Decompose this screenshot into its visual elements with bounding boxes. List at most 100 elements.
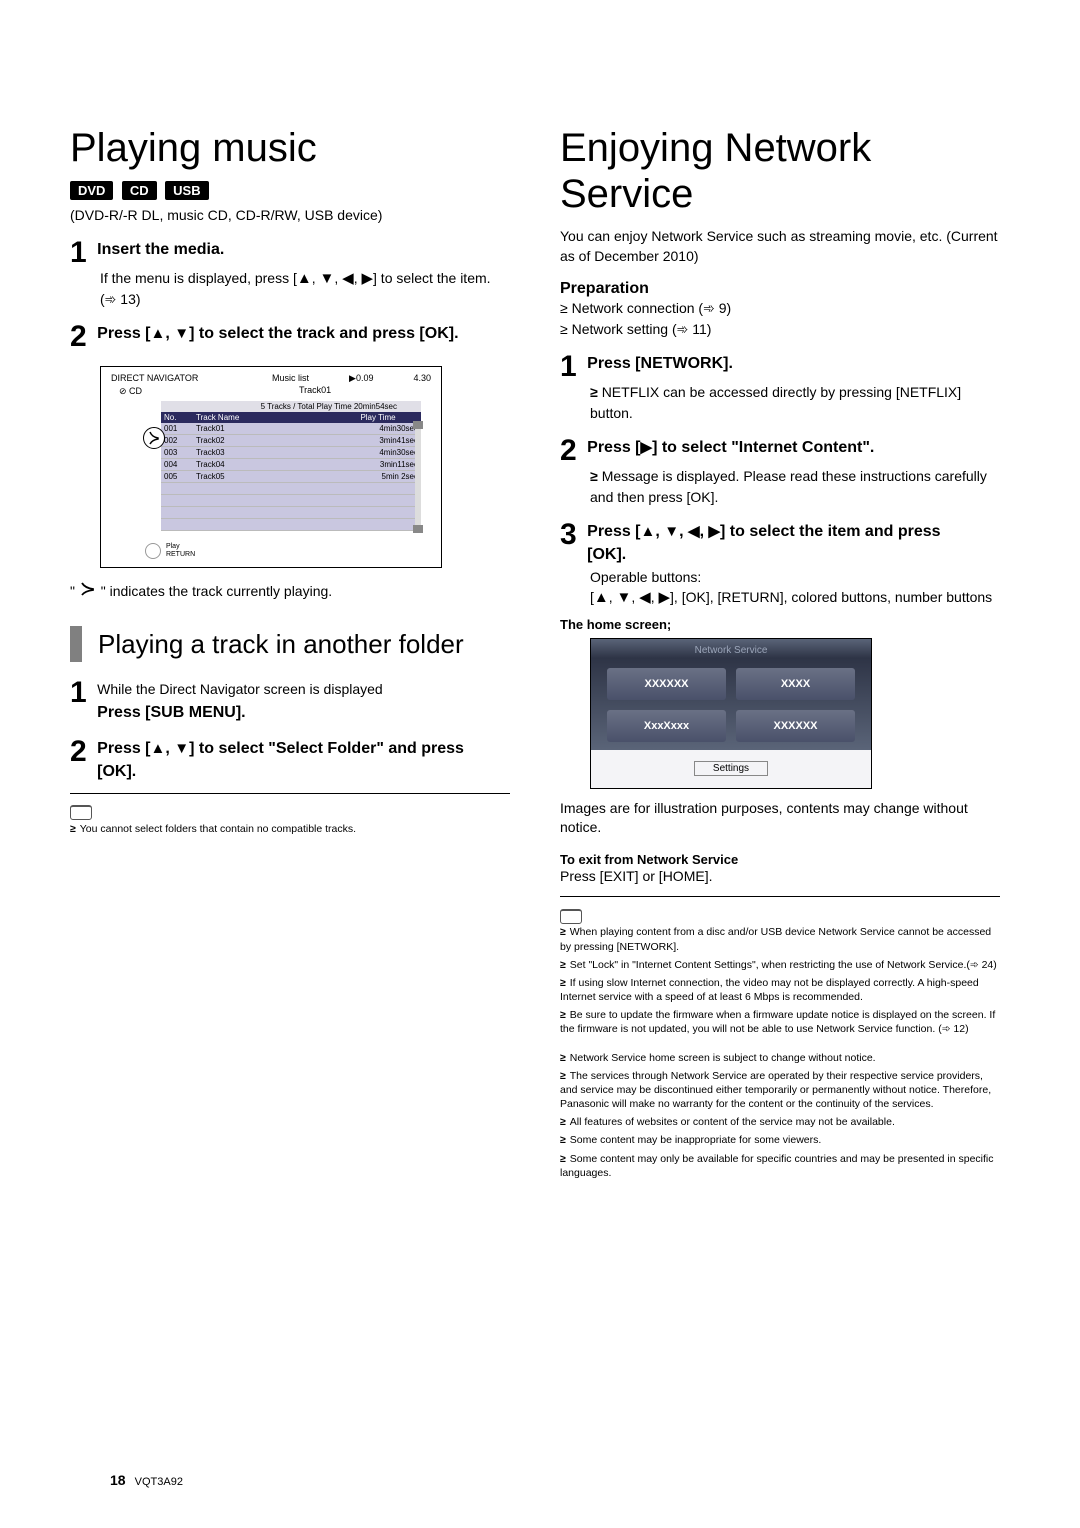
- note-text: The services through Network Service are…: [560, 1069, 1000, 1112]
- divider: [560, 896, 1000, 897]
- table-row: 001Track014min30sec: [161, 423, 421, 435]
- step-heading: Press [▲, ▼, ◀, ▶] to select the item an…: [587, 520, 967, 566]
- play-icon: ▶: [349, 373, 356, 384]
- note-icon: [560, 909, 582, 924]
- step-heading: Press [▲, ▼] to select the track and pre…: [97, 322, 477, 345]
- step-number: 1: [70, 238, 87, 268]
- table-row: 003Track034min30sec: [161, 447, 421, 459]
- preparation-heading: Preparation: [560, 280, 1000, 298]
- nav-scrollbar: [415, 429, 421, 525]
- prep-item-1: ≥ Network connection (➾ 9): [560, 298, 1000, 319]
- home-settings-row: Settings: [591, 750, 871, 788]
- note-text: Some content may be inappropriate for so…: [560, 1133, 1000, 1147]
- table-row: [161, 495, 421, 507]
- arrow-up-icon: ▲: [594, 589, 609, 606]
- right-step-2: 2 Press [▶] to select "Internet Content"…: [560, 436, 1000, 508]
- home-screen-label: The home screen;: [560, 617, 1000, 632]
- nav-current-track: Track01: [253, 385, 341, 397]
- arrow-left-icon: ◀: [688, 523, 700, 540]
- badge-cd: CD: [122, 181, 157, 200]
- right-intro: You can enjoy Network Service such as st…: [560, 227, 1000, 266]
- doc-code: VQT3A92: [135, 1476, 183, 1488]
- settings-button: Settings: [694, 761, 768, 776]
- step-number: 1: [560, 352, 577, 382]
- left-title: Playing music: [70, 125, 510, 171]
- step-body: Message is displayed. Please read these …: [590, 466, 1000, 508]
- prep-item-2: ≥ Network setting (➾ 11): [560, 319, 1000, 340]
- page-number: 18: [110, 1472, 126, 1488]
- now-playing-marker: [143, 427, 165, 449]
- arrow-right-icon: ▶: [641, 439, 653, 456]
- step-body: If the menu is displayed, press [▲, ▼, ◀…: [100, 268, 510, 310]
- home-tile: XXXXXX: [607, 668, 726, 700]
- arrow-down-icon: ▼: [617, 589, 632, 606]
- cross-ref-icon: ➾: [703, 300, 715, 316]
- table-row: 005Track055min 2sec: [161, 471, 421, 483]
- table-row: [161, 519, 421, 531]
- left-step-1: 1 Insert the media. If the menu is displ…: [70, 238, 510, 310]
- nav-elapsed: 0.09: [356, 373, 374, 383]
- nav-bottom-buttons: Play RETURN: [145, 543, 195, 559]
- arrow-up-icon: ▲: [297, 270, 312, 287]
- step-number: 3: [560, 520, 577, 550]
- arrow-down-icon: ▼: [174, 325, 189, 342]
- exit-heading: To exit from Network Service: [560, 852, 1000, 867]
- subsection-title: Playing a track in another folder: [98, 628, 510, 661]
- home-screen-title: Network Service: [591, 639, 871, 658]
- note-text: Set "Lock" in "Internet Content Settings…: [560, 958, 1000, 972]
- table-row: [161, 483, 421, 495]
- nav-stats: 5 Tracks / Total Play Time 20min54sec: [161, 401, 421, 412]
- right-title: Enjoying Network Service: [560, 125, 1000, 217]
- home-tile: XXXX: [736, 668, 855, 700]
- note-block: [560, 907, 1000, 925]
- note-text: If using slow Internet connection, the v…: [560, 976, 1000, 1004]
- arrow-down-icon: ▼: [174, 740, 189, 757]
- exit-body: Press [EXIT] or [HOME].: [560, 867, 1000, 887]
- step-number: 1: [70, 678, 87, 708]
- note-text: You cannot select folders that contain n…: [70, 822, 510, 836]
- note-text: Network Service home screen is subject t…: [560, 1051, 1000, 1065]
- right-step-1: 1 Press [NETWORK]. NETFLIX can be access…: [560, 352, 1000, 424]
- step-heading: Press [NETWORK].: [587, 352, 967, 375]
- operable-buttons: Operable buttons: [▲, ▼, ◀, ▶], [OK], [R…: [590, 567, 1000, 609]
- divider: [70, 793, 510, 794]
- arrow-right-icon: ▶: [708, 523, 720, 540]
- note-text: Some content may only be available for s…: [560, 1152, 1000, 1180]
- arrow-right-icon: ▶: [361, 270, 373, 287]
- note-text: Be sure to update the firmware when a fi…: [560, 1008, 1000, 1036]
- subsection-bar: Playing a track in another folder: [70, 626, 510, 663]
- note-icon: [70, 805, 92, 820]
- note-text: All features of websites or content of t…: [560, 1115, 1000, 1129]
- step-heading: While the Direct Navigator screen is dis…: [97, 678, 477, 724]
- arrow-up-icon: ▲: [151, 740, 166, 757]
- ok-button-icon: [145, 543, 161, 559]
- arrow-down-icon: ▼: [320, 270, 335, 287]
- nav-total: 4.30: [413, 373, 431, 383]
- step-heading: Insert the media.: [97, 238, 477, 261]
- home-screen-mockup: Network Service XXXXXX XXXX XxxXxxx XXXX…: [590, 638, 872, 789]
- home-tile: XxxXxxx: [607, 710, 726, 742]
- note-text: When playing content from a disc and/or …: [560, 925, 1000, 953]
- home-tile: XXXXXX: [736, 710, 855, 742]
- playing-indicator-note: " " indicates the track currently playin…: [70, 582, 510, 602]
- nav-title: DIRECT NAVIGATOR: [111, 373, 272, 383]
- table-row: 002Track023min41sec: [161, 435, 421, 447]
- right-column: Enjoying Network Service You can enjoy N…: [560, 125, 1000, 1488]
- table-row: [161, 507, 421, 519]
- step-number: 2: [70, 322, 87, 352]
- cross-ref-icon: ➾: [105, 291, 117, 307]
- badge-dvd: DVD: [70, 181, 113, 200]
- arrow-left-icon: ◀: [342, 270, 354, 287]
- step-body: NETFLIX can be accessed directly by pres…: [590, 382, 1000, 424]
- right-step-3: 3 Press [▲, ▼, ◀, ▶] to select the item …: [560, 520, 1000, 608]
- step-number: 2: [70, 737, 87, 767]
- step-heading: Press [▲, ▼] to select "Select Folder" a…: [97, 737, 477, 783]
- arrow-right-icon: ▶: [659, 589, 671, 606]
- nav-table-header: No. Track Name Play Time: [161, 412, 421, 423]
- arrow-up-icon: ▲: [151, 325, 166, 342]
- arrow-left-icon: ◀: [639, 589, 651, 606]
- sub-step-1: 1 While the Direct Navigator screen is d…: [70, 678, 510, 724]
- step-number: 2: [560, 436, 577, 466]
- badge-usb: USB: [165, 181, 208, 200]
- sub-step-2: 2 Press [▲, ▼] to select "Select Folder"…: [70, 737, 510, 783]
